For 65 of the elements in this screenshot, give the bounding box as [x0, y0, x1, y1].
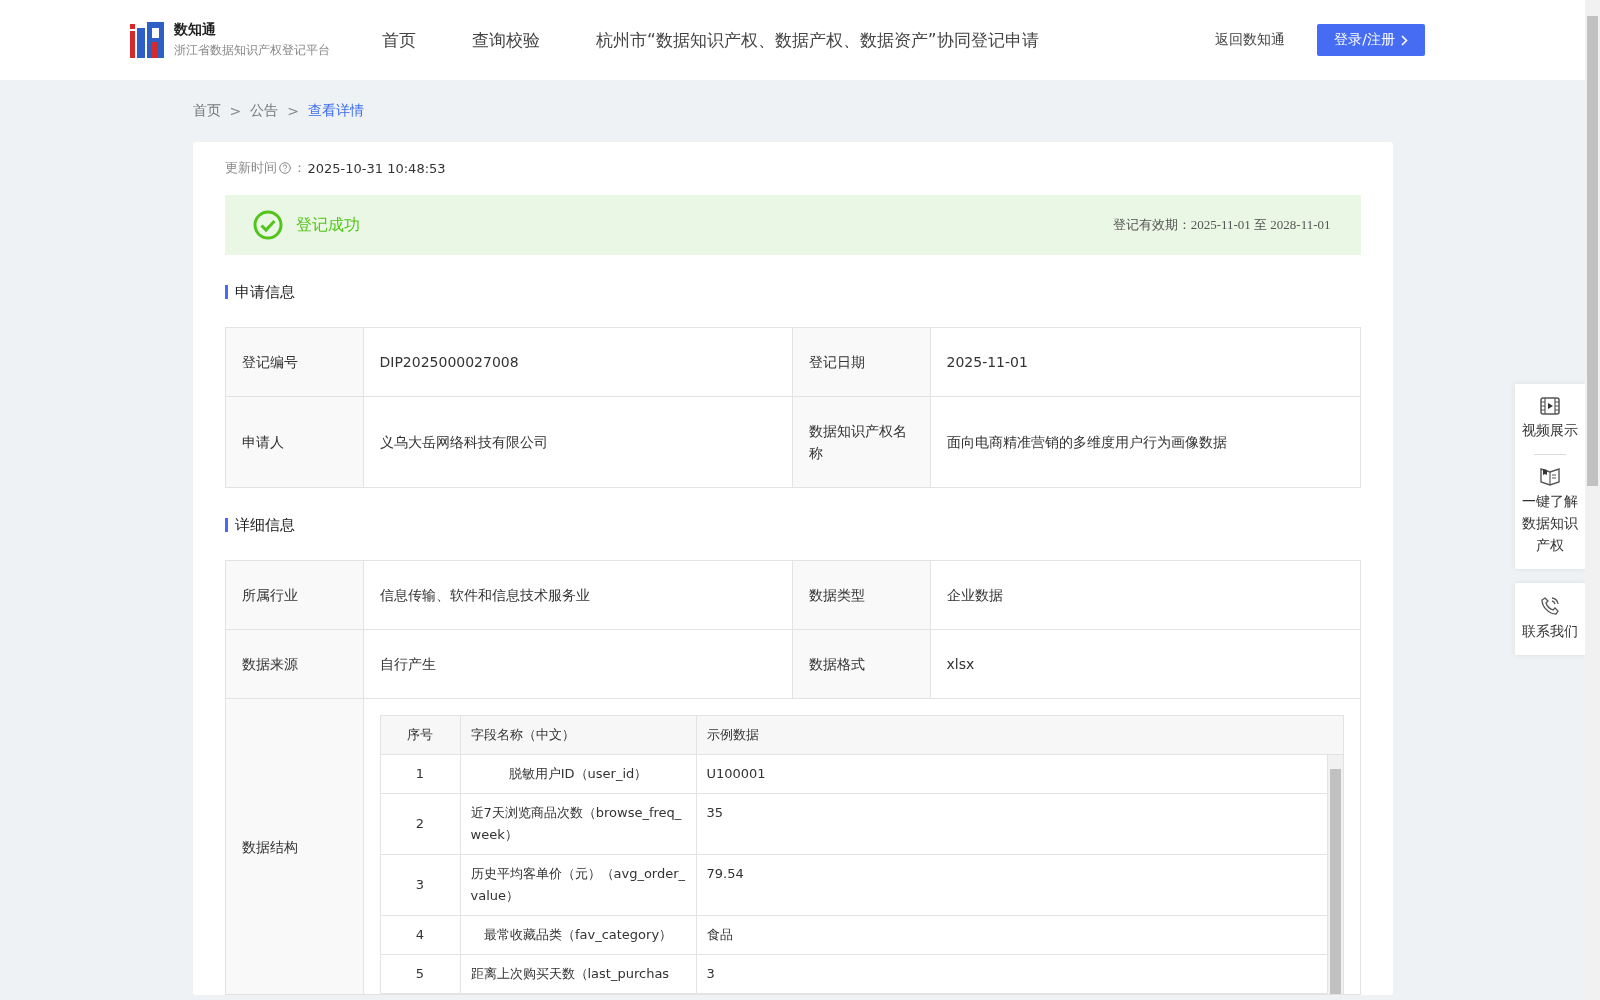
colon: ：: [292, 159, 306, 177]
column-header: 字段名称（中文）: [460, 716, 697, 754]
column-header: 序号: [380, 716, 461, 754]
section-title: 申请信息: [224, 285, 1361, 299]
success-icon: [252, 210, 283, 240]
video-icon: [1540, 397, 1560, 415]
validity-period: 登记有效期：2025-11-01 至 2028-11-01: [1112, 216, 1331, 234]
section-title: 详细信息: [224, 518, 1361, 532]
field-value: 自行产生: [363, 630, 793, 698]
table-cell: 1: [380, 755, 461, 793]
field-value: 面向电商精准营销的多维度用户行为画像数据: [945, 433, 1228, 452]
table-cell: 4: [380, 916, 461, 954]
field-label: 数据来源: [225, 630, 364, 698]
field-label: 登记日期: [792, 328, 931, 396]
login-button[interactable]: 登录/注册: [1317, 24, 1425, 56]
table-cell: 2: [380, 794, 461, 854]
table-cell: 3: [696, 955, 1328, 993]
chevron-icon: [1400, 34, 1408, 46]
field-label: 登记编号: [225, 328, 364, 396]
field-label: 数据结构: [225, 699, 364, 994]
breadcrumb-link[interactable]: 查看详情: [307, 102, 364, 120]
table-cell: 35: [696, 794, 1328, 854]
table-cell: 历史平均客单价（元）（avg_order_value）: [460, 855, 697, 915]
field-label: 申请人: [225, 397, 364, 487]
logo-icon: [130, 22, 164, 58]
scrollbar[interactable]: [1585, 0, 1600, 1000]
breadcrumb-link[interactable]: 首页: [192, 102, 221, 120]
field-value: DIP2025000027008: [363, 328, 793, 396]
field-label: 数据知识产权名称: [792, 397, 931, 487]
field-label: 数据格式: [792, 630, 931, 698]
breadcrumb-link[interactable]: 公告: [250, 102, 279, 120]
logo-subtitle: 浙江省数据知识产权登记平台: [174, 42, 330, 59]
table-cell: 距离上次购买天数（last_purchas: [460, 955, 697, 993]
side-link[interactable]: 视频展示: [1518, 394, 1582, 444]
back-link[interactable]: 返回数知通: [1215, 31, 1285, 49]
nav-link[interactable]: 首页: [382, 28, 416, 52]
table-cell: 最常收藏品类（fav_category）: [460, 916, 697, 954]
field-label: 所属行业: [225, 561, 364, 629]
table-cell: 79.54: [696, 855, 1328, 915]
logo-title: 数知通: [174, 21, 217, 39]
help-icon: [278, 162, 291, 174]
update-label: 更新时间: [224, 159, 277, 177]
column-header: 示例数据: [705, 726, 760, 744]
phone-icon: [1540, 596, 1560, 616]
field-value: 企业数据: [945, 586, 1004, 605]
update-time: 2025-10-31 10:48:53: [307, 160, 446, 176]
table-cell: U100001: [696, 755, 1328, 793]
side-link[interactable]: 联系我们: [1518, 593, 1582, 645]
table-cell: 近7天浏览商品次数（browse_freq_week）: [460, 794, 697, 854]
table-cell: 5: [380, 955, 461, 993]
nav-link[interactable]: 查询校验: [472, 28, 540, 52]
field-value: 2025-11-01: [945, 353, 1029, 372]
side-link[interactable]: 一键了解数据知识产权: [1518, 463, 1582, 559]
breadcrumb-separator: >: [287, 103, 299, 119]
book-icon: [1540, 466, 1560, 486]
field-value: xlsx: [945, 655, 976, 674]
table-cell: 3: [380, 855, 461, 915]
nav-link[interactable]: 杭州市“数据知识产权、数据产权、数据资产”协同登记申请: [596, 28, 1039, 52]
table-cell: 脱敏用户ID（user_id）: [460, 755, 697, 793]
breadcrumb-separator: >: [229, 103, 242, 119]
table-cell: 食品: [696, 916, 1328, 954]
status-label: 登记成功: [295, 214, 361, 236]
field-value: 信息传输、软件和信息技术服务业: [363, 561, 793, 629]
field-value: 义乌大岳网络科技有限公司: [363, 397, 793, 487]
field-label: 数据类型: [792, 561, 931, 629]
